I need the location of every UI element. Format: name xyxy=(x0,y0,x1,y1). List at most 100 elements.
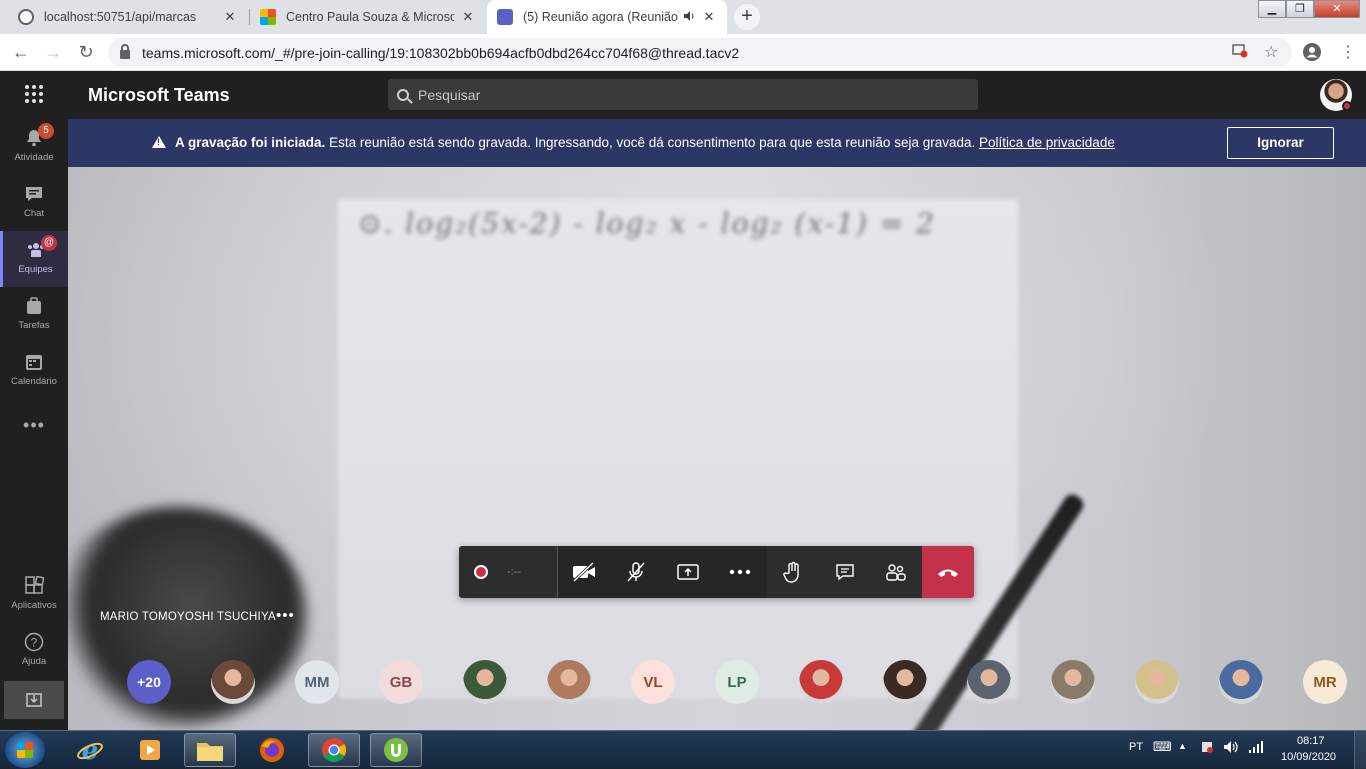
search-box[interactable]: Pesquisar xyxy=(388,79,978,110)
rail-item-aplicativos[interactable]: Aplicativos xyxy=(0,567,68,623)
conversation-icon xyxy=(835,564,854,581)
participant-photo[interactable] xyxy=(463,660,507,704)
participant-avatar[interactable]: LP xyxy=(715,660,759,704)
speaker-name: MARIO TOMOYOSHI TSUCHIYA xyxy=(100,611,276,623)
speaker-options-icon[interactable]: ••• xyxy=(276,607,295,624)
rail-label: Atividade xyxy=(14,152,54,163)
tab-teams-meeting[interactable]: (5) Reunião agora (Reunião) ✕ xyxy=(487,0,727,34)
address-bar[interactable]: teams.microsoft.com/_#/pre-join-calling/… xyxy=(108,38,1292,67)
network-icon[interactable] xyxy=(1248,740,1264,757)
participant-photo[interactable] xyxy=(799,660,843,704)
camera-off-icon xyxy=(572,562,595,582)
windows-taskbar: e PT ⌨ ▲ 08:17 10/09/2020 xyxy=(0,730,1366,769)
taskbar-internet-explorer[interactable]: e xyxy=(64,733,116,767)
start-button[interactable] xyxy=(5,732,45,768)
tray-expand-icon[interactable]: ▲ xyxy=(1178,741,1187,751)
teams-icon xyxy=(497,9,513,25)
close-tab-icon[interactable]: ✕ xyxy=(701,9,717,25)
browser-tab-strip: localhost:50751/api/marcas ✕ Centro Paul… xyxy=(0,0,1366,34)
warning-icon xyxy=(152,136,166,148)
taskbar-media-player[interactable] xyxy=(124,733,176,767)
app-launcher-icon[interactable] xyxy=(25,85,43,103)
participant-photo[interactable] xyxy=(1219,660,1263,704)
ignore-button[interactable]: Ignorar xyxy=(1227,127,1334,159)
raise-hand-button[interactable] xyxy=(767,546,819,598)
blocked-popup-icon[interactable] xyxy=(1232,42,1248,63)
participant-avatar[interactable]: MM xyxy=(295,660,339,704)
more-icon xyxy=(729,569,751,575)
call-timer: -:-- xyxy=(507,566,522,578)
participant-photo[interactable] xyxy=(967,660,1011,704)
participant-roster: +20 MM GB VL LP MR xyxy=(127,660,1366,704)
bookmark-star-icon[interactable]: ☆ xyxy=(1264,42,1278,62)
participant-avatar[interactable]: GB xyxy=(379,660,423,704)
recording-indicator: -:-- xyxy=(459,546,558,598)
close-tab-icon[interactable]: ✕ xyxy=(222,9,238,25)
clock-date[interactable]: 10/09/2020 xyxy=(1281,751,1336,763)
privacy-policy-link[interactable]: Política de privacidade xyxy=(979,135,1115,150)
close-window-button[interactable]: ✕ xyxy=(1314,0,1360,18)
volume-icon[interactable] xyxy=(1223,740,1239,757)
rail-item-atividade[interactable]: 5 Atividade xyxy=(0,119,68,175)
tab-title: Centro Paula Souza & Microsoft xyxy=(286,10,454,24)
download-app-button[interactable] xyxy=(4,681,64,719)
maximize-button[interactable]: ❐ xyxy=(1286,0,1314,18)
participant-avatar[interactable]: VL xyxy=(631,660,675,704)
show-participants-button[interactable] xyxy=(870,546,922,598)
browser-menu-icon[interactable]: ⋮ xyxy=(1340,42,1356,62)
camera-off-button[interactable] xyxy=(558,546,610,598)
tab-title: (5) Reunião agora (Reunião) xyxy=(523,10,679,24)
hang-up-button[interactable] xyxy=(922,546,974,598)
help-icon: ? xyxy=(24,632,44,652)
participant-photo[interactable] xyxy=(1051,660,1095,704)
media-player-icon xyxy=(140,740,160,760)
svg-text:?: ? xyxy=(31,636,38,650)
rail-item-tarefas[interactable]: Tarefas xyxy=(0,287,68,343)
paper-sheet xyxy=(338,199,1018,699)
action-center-icon[interactable] xyxy=(1200,740,1214,757)
participant-avatar[interactable]: MR xyxy=(1303,660,1347,704)
handwritten-equation: ⊙. log₂(5x-2) - log₂ x - log₂ (x-1) = 2 xyxy=(358,207,936,240)
participant-photo[interactable] xyxy=(1135,660,1179,704)
minimize-button[interactable]: ▁ xyxy=(1258,0,1286,18)
language-indicator[interactable]: PT xyxy=(1129,741,1143,753)
show-conversation-button[interactable] xyxy=(819,546,871,598)
app-title: Microsoft Teams xyxy=(88,85,230,105)
close-tab-icon[interactable]: ✕ xyxy=(460,9,476,25)
meeting-controls xyxy=(767,546,922,598)
mute-button[interactable] xyxy=(610,546,662,598)
hang-up-icon xyxy=(938,569,958,577)
tab-centro-paula-souza[interactable]: Centro Paula Souza & Microsoft ✕ xyxy=(250,0,486,34)
more-participants-badge[interactable]: +20 xyxy=(127,660,171,704)
speaker-icon[interactable] xyxy=(683,10,695,25)
participant-photo[interactable] xyxy=(883,660,927,704)
new-tab-button[interactable]: + xyxy=(734,4,760,30)
rail-item-chat[interactable]: Chat xyxy=(0,175,68,231)
forward-arrow-icon[interactable]: → xyxy=(42,42,64,63)
share-screen-button[interactable] xyxy=(662,546,714,598)
apps-icon xyxy=(25,576,44,594)
taskbar-chrome[interactable] xyxy=(308,733,360,767)
hand-icon xyxy=(783,561,799,583)
taskbar-file-explorer[interactable] xyxy=(184,733,236,767)
office-icon xyxy=(260,9,276,25)
show-desktop-button[interactable] xyxy=(1354,731,1366,769)
clock-time[interactable]: 08:17 xyxy=(1297,735,1325,747)
profile-icon[interactable] xyxy=(1302,42,1322,67)
more-apps-icon[interactable]: ••• xyxy=(0,415,68,436)
participant-photo[interactable] xyxy=(211,660,255,704)
rail-item-calendario[interactable]: Calendário xyxy=(0,343,68,399)
teams-header: Microsoft Teams Pesquisar xyxy=(0,71,1366,119)
rail-item-equipes[interactable]: @ Equipes xyxy=(0,231,68,287)
tab-localhost[interactable]: localhost:50751/api/marcas ✕ xyxy=(8,0,248,34)
taskbar-utorrent[interactable] xyxy=(370,733,422,767)
video-stage: ⊙. log₂(5x-2) - log₂ x - log₂ (x-1) = 2 xyxy=(68,167,1366,730)
participant-photo[interactable] xyxy=(547,660,591,704)
back-arrow-icon[interactable]: ← xyxy=(10,42,32,63)
keyboard-icon[interactable]: ⌨ xyxy=(1153,739,1172,755)
rail-item-ajuda[interactable]: ? Ajuda xyxy=(0,623,68,679)
taskbar-firefox[interactable] xyxy=(246,733,298,767)
more-actions-button[interactable] xyxy=(714,546,766,598)
chrome-icon xyxy=(322,738,347,762)
reload-icon[interactable]: ↻ xyxy=(75,42,97,63)
